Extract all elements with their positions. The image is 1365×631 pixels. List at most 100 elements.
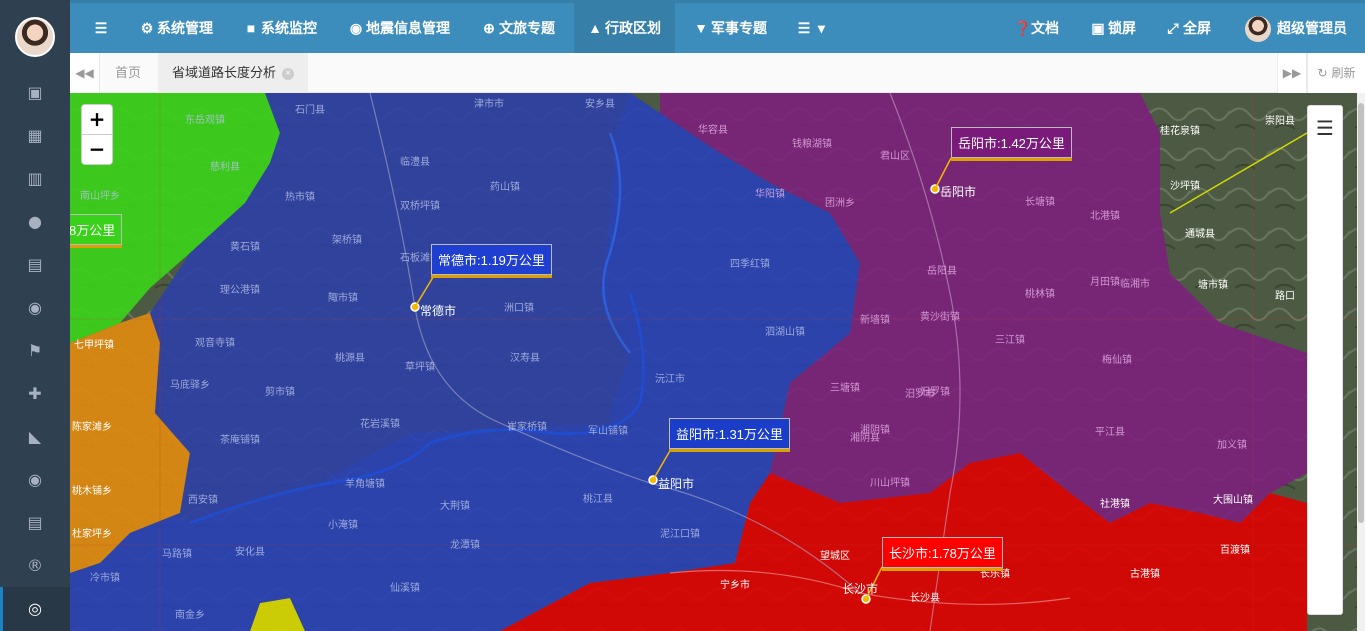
place-label: 马路镇	[162, 549, 192, 560]
globe-icon[interactable]: ◉	[23, 296, 47, 320]
sidebar: ▣ ▦ ▥ ● ▤ ◉ ⚑ ✚ ◣ ◉ ▤ ® ◎	[0, 0, 70, 631]
arrows-icon[interactable]: ✚	[23, 382, 47, 406]
place-label: 西安镇	[188, 495, 218, 506]
place-label: 东岳观镇	[185, 115, 225, 126]
place-label: 临澧县	[400, 157, 430, 168]
place-label: 泗湖山镇	[765, 327, 805, 338]
place-label: 岳阳县	[927, 266, 957, 277]
place-label: 新墙镇	[860, 315, 890, 326]
place-label: 药山镇	[490, 182, 520, 193]
tab-scroll-left-button[interactable]: ◀◀	[70, 53, 100, 93]
place-label: 桂花泉镇	[1160, 126, 1200, 137]
place-label: 军山铺镇	[588, 426, 628, 437]
place-label: 南金乡	[175, 610, 205, 621]
place-label: 茶庵铺镇	[220, 435, 260, 446]
place-label: 百渡镇	[1220, 545, 1250, 556]
place-label: 桃源县	[335, 353, 365, 364]
object-group-icon[interactable]: ▦	[23, 124, 47, 148]
institution-icon: ▲	[588, 20, 602, 36]
place-label: 羊角塘镇	[345, 479, 385, 490]
window-maximize-icon[interactable]: ▣	[23, 81, 47, 105]
expand-icon: ⤢	[1167, 20, 1179, 36]
nav-earthquake-info[interactable]: ◉ 地震信息管理	[349, 3, 450, 53]
zoom-in-button[interactable]: +	[82, 105, 112, 135]
place-label: 津市市	[474, 99, 504, 110]
place-label: 泥江口镇	[660, 529, 700, 540]
city-name-label: 岳阳市	[940, 185, 977, 199]
user-avatar[interactable]	[15, 17, 55, 57]
place-label: 桃木铺乡	[72, 486, 112, 497]
map-view[interactable]: 石门县 津市市 安乡县 慈利县 临澧县 东岳观镇 南山坪乡 热市镇 双桥坪镇 药…	[70, 93, 1365, 631]
city-label-changde[interactable]: 常德市:1.19万公里	[431, 244, 552, 275]
city-name-label: 常德市	[420, 304, 457, 318]
place-label: 大荆镇	[440, 501, 470, 512]
place-label: 陬市镇	[328, 293, 358, 304]
top-navbar: ☰ ⚙ 系统管理 ■ 系统监控 ◉ 地震信息管理 ⊕ 文旅专题 ▲ 行政区划 ▼ 军事专题 …	[70, 0, 1365, 53]
place-label: 热市镇	[285, 192, 315, 203]
place-label: 理公港镇	[220, 285, 260, 296]
menu-toggle-button[interactable]: ☰	[94, 3, 111, 53]
map-icon[interactable]: ▥	[23, 167, 47, 191]
place-label: 平江县	[1095, 427, 1125, 438]
city-label-zhangjiajie[interactable]: 8万公里	[70, 214, 123, 245]
place-label: 小淹镇	[328, 520, 358, 531]
place-label: 社港镇	[1100, 499, 1130, 510]
city-name-label: 长沙市	[842, 582, 879, 596]
place-label: 团洲乡	[825, 198, 855, 209]
area-chart-icon[interactable]: ◣	[23, 425, 47, 449]
refresh-button[interactable]: ↻ 刷新	[1307, 53, 1365, 93]
place-label: 安化县	[235, 547, 265, 558]
place-label: 宁乡市	[720, 580, 750, 591]
city-label-yueyang[interactable]: 岳阳市:1.42万公里	[951, 127, 1072, 158]
place-label: 花岩溪镇	[360, 419, 400, 430]
place-label: 三塘镇	[830, 383, 860, 394]
layer-switcher-button[interactable]: ☰	[1307, 105, 1343, 615]
flag-checkered-icon[interactable]: ⚑	[23, 339, 47, 363]
place-label: 双桥坪镇	[400, 201, 440, 212]
place-label: 君山区	[880, 151, 910, 162]
place-label: 冷市镇	[90, 573, 120, 584]
place-label: 望城区	[820, 551, 850, 562]
nav-culture-tourism[interactable]: ⊕ 文旅专题	[482, 3, 555, 53]
place-label: 北港镇	[1090, 211, 1120, 222]
nav-administrative-division[interactable]: ▲ 行政区划	[574, 3, 675, 53]
map-marker-icon: ◉	[349, 20, 363, 36]
docs-link[interactable]: ❓文档	[1014, 3, 1059, 53]
city-label-yiyang[interactable]: 益阳市:1.31万公里	[669, 418, 790, 449]
gear-icon: ⚙	[140, 20, 154, 36]
bar-chart-icon[interactable]: ▤	[23, 253, 47, 277]
place-label: 月田镇	[1090, 277, 1120, 288]
double-right-icon: ▶▶	[1282, 66, 1302, 80]
nav-system-monitor[interactable]: ■ 系统监控	[244, 3, 317, 53]
place-label: 石门县	[295, 105, 325, 116]
nav-more-dropdown[interactable]: ☰ ▾	[797, 3, 825, 53]
place-label: 崔家桥镇	[507, 422, 547, 433]
life-ring-icon[interactable]: ◎	[23, 597, 47, 621]
scrollbar[interactable]	[1357, 93, 1365, 631]
nav-military[interactable]: ▼ 军事专题	[694, 3, 767, 53]
close-icon[interactable]: ×	[282, 67, 295, 80]
user-menu[interactable]: 超级管理员	[1245, 3, 1347, 53]
place-label: 七甲坪镇	[74, 340, 114, 351]
globe-2-icon[interactable]: ◉	[23, 468, 47, 492]
tab-scroll-right-button[interactable]: ▶▶	[1277, 53, 1307, 93]
tab-home[interactable]: 首页	[101, 53, 155, 93]
nav-system-management[interactable]: ⚙ 系统管理	[140, 3, 213, 53]
bar-chart-2-icon[interactable]: ▤	[23, 511, 47, 535]
lock-screen-button[interactable]: ▣ 锁屏	[1091, 3, 1136, 53]
map-marker-icon[interactable]: ●	[23, 210, 47, 234]
tab-road-length-analysis[interactable]: 省域道路长度分析 ×	[158, 53, 309, 93]
city-label-changsha[interactable]: 长沙市:1.78万公里	[882, 537, 1003, 568]
place-label: 钱粮湖镇	[792, 139, 832, 150]
place-label: 观音寺镇	[195, 338, 235, 349]
place-label: 川山坪镇	[870, 478, 910, 489]
place-label: 临湘市	[1120, 279, 1150, 290]
fullscreen-button[interactable]: ⤢ 全屏	[1166, 3, 1211, 53]
zoom-out-button[interactable]: −	[82, 135, 112, 165]
place-label: 草坪镇	[405, 362, 435, 373]
scrollbar-thumb[interactable]	[1358, 103, 1364, 523]
place-label: 仙溪镇	[390, 583, 420, 594]
place-label: 长沙县	[910, 593, 940, 604]
place-label: 桃林镇	[1025, 289, 1055, 300]
registered-icon[interactable]: ®	[23, 554, 47, 578]
